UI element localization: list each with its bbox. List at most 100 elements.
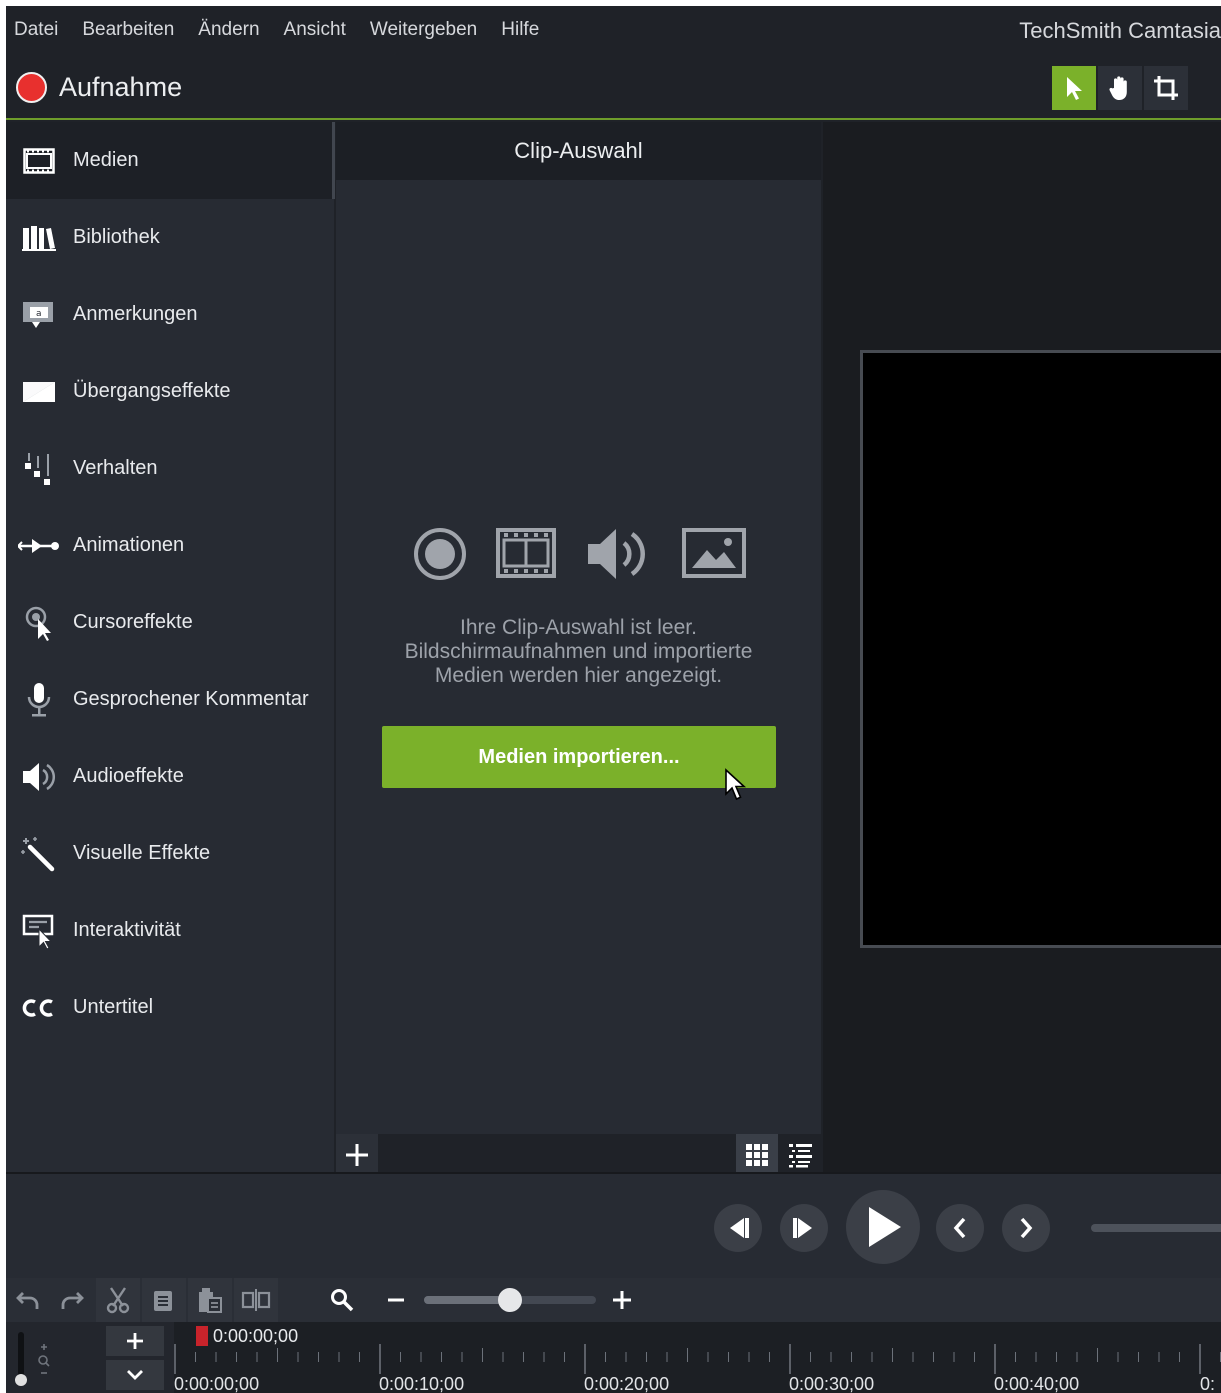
sidebar-item-visuelle-effekte[interactable]: Visuelle Effekte xyxy=(6,815,334,892)
scissors-icon xyxy=(106,1287,130,1314)
redo-button[interactable] xyxy=(50,1278,94,1322)
sidebar-item-uebergangseffekte[interactable]: Übergangseffekte xyxy=(6,353,334,430)
chevron-down-icon xyxy=(127,1370,143,1380)
zoom-fit-button[interactable] xyxy=(320,1278,364,1322)
split-button[interactable] xyxy=(234,1278,278,1322)
zoom-out-button[interactable] xyxy=(374,1278,418,1322)
copy-button[interactable] xyxy=(142,1278,186,1322)
sidebar-item-label: Animationen xyxy=(73,534,185,556)
sidebar-item-gesprochener-kommentar[interactable]: Gesprochener Kommentar xyxy=(6,661,334,738)
tick-label-50s: 0: xyxy=(1200,1374,1216,1393)
menu-ansicht[interactable]: Ansicht xyxy=(284,19,346,41)
pointer-icon xyxy=(1067,77,1082,100)
play-button[interactable] xyxy=(846,1190,920,1264)
canvas-area xyxy=(823,122,1221,1172)
sidebar-item-label: Gesprochener Kommentar xyxy=(73,688,309,710)
menu-bearbeiten[interactable]: Bearbeiten xyxy=(82,19,174,41)
cut-button[interactable] xyxy=(96,1278,140,1322)
panel-title: Clip-Auswahl xyxy=(336,122,821,180)
split-icon xyxy=(241,1289,271,1311)
cursor-effect-icon xyxy=(13,603,65,643)
record-toolbar: Aufnahme xyxy=(6,54,1221,120)
track-header-area xyxy=(6,1322,174,1393)
tick-label-20s: 0:00:20;00 xyxy=(584,1374,670,1393)
step-back-button[interactable] xyxy=(714,1204,762,1252)
canvas-tools xyxy=(1052,66,1190,110)
preview-canvas[interactable] xyxy=(860,350,1221,948)
tick-label-40s: 0:00:40;00 xyxy=(994,1374,1080,1393)
sidebar-item-label: Cursoreffekte xyxy=(73,611,193,633)
add-media-button[interactable] xyxy=(336,1134,378,1176)
record-button[interactable]: Aufnahme xyxy=(59,72,182,103)
grid-view-button[interactable] xyxy=(736,1134,778,1176)
video-icon xyxy=(496,528,556,578)
track-height-knob[interactable] xyxy=(15,1374,27,1386)
playback-scrubber[interactable] xyxy=(1091,1224,1221,1232)
pointer-tool-button[interactable] xyxy=(1052,66,1096,110)
timeline-ruler[interactable]: 0:00:00;00 0:00:00;00 0:00:10;00 0:00:20… xyxy=(174,1322,1221,1393)
menu-weitergeben[interactable]: Weitergeben xyxy=(370,19,477,41)
sidebar: Medien Bibliothek a Anmerkungen Übergang… xyxy=(6,122,335,1172)
sidebar-item-animationen[interactable]: Animationen xyxy=(6,507,334,584)
import-media-button[interactable]: Medien importieren... xyxy=(382,726,776,788)
zoom-slider[interactable] xyxy=(424,1288,596,1312)
sidebar-item-interaktivitaet[interactable]: Interaktivität xyxy=(6,892,334,969)
list-icon xyxy=(789,1144,812,1168)
redo-icon xyxy=(61,1292,84,1309)
crop-tool-button[interactable] xyxy=(1144,66,1188,110)
minus-icon xyxy=(388,1298,404,1302)
sidebar-item-label: Übergangseffekte xyxy=(73,380,231,402)
add-track-button[interactable] xyxy=(106,1326,164,1356)
collapse-tracks-button[interactable] xyxy=(106,1360,164,1390)
zoom-in-button[interactable] xyxy=(600,1278,644,1322)
animation-icon xyxy=(13,526,65,566)
step-forward-icon xyxy=(793,1218,812,1238)
clip-bin-panel: Clip-Auswahl Ihre Clip-Auswahl ist leer.… xyxy=(336,122,821,1176)
chevron-left-icon xyxy=(953,1217,966,1239)
image-icon xyxy=(682,528,746,578)
sidebar-item-untertitel[interactable]: Untertitel xyxy=(6,969,334,1046)
paste-button[interactable] xyxy=(188,1278,232,1322)
sidebar-item-bibliothek[interactable]: Bibliothek xyxy=(6,199,334,276)
behavior-icon xyxy=(13,449,65,489)
plus-icon xyxy=(127,1333,143,1349)
zoom-slider-thumb[interactable] xyxy=(498,1288,522,1312)
transition-icon xyxy=(13,372,65,412)
audio-icon xyxy=(588,529,645,579)
recording-icon xyxy=(414,528,466,580)
menu-aendern[interactable]: Ändern xyxy=(198,19,259,41)
empty-line-2: Bildschirmaufnahmen und importierte xyxy=(404,640,753,663)
magnifier-icon xyxy=(331,1289,354,1312)
app-title: TechSmith Camtasia xyxy=(1019,18,1221,43)
previous-marker-button[interactable] xyxy=(936,1204,984,1252)
playhead-time: 0:00:00;00 xyxy=(213,1326,299,1346)
pan-tool-button[interactable] xyxy=(1098,66,1142,110)
sidebar-item-verhalten[interactable]: Verhalten xyxy=(6,430,334,507)
cc-icon xyxy=(13,988,65,1028)
callout-icon: a xyxy=(13,295,65,335)
chevron-right-icon xyxy=(1020,1217,1033,1239)
audio-effect-icon xyxy=(13,757,65,797)
undo-button[interactable] xyxy=(6,1278,50,1322)
sidebar-item-audioeffekte[interactable]: Audioeffekte xyxy=(6,738,334,815)
menu-datei[interactable]: Datei xyxy=(14,19,58,41)
sidebar-item-label: Verhalten xyxy=(73,457,158,479)
timeline: 0:00:00;00 0:00:00;00 0:00:10;00 0:00:20… xyxy=(6,1322,1221,1393)
list-view-button[interactable] xyxy=(780,1134,822,1176)
sidebar-item-anmerkungen[interactable]: a Anmerkungen xyxy=(6,276,334,353)
interactivity-icon xyxy=(13,911,65,951)
sidebar-item-cursoreffekte[interactable]: Cursoreffekte xyxy=(6,584,334,661)
step-forward-button[interactable] xyxy=(780,1204,828,1252)
paste-icon xyxy=(199,1288,222,1313)
record-icon[interactable] xyxy=(16,72,47,103)
magic-wand-icon xyxy=(13,834,65,874)
menu-hilfe[interactable]: Hilfe xyxy=(501,19,539,41)
empty-state-message: Ihre Clip-Auswahl ist leer. Bildschirmau… xyxy=(336,616,821,688)
sidebar-item-label: Visuelle Effekte xyxy=(73,842,211,864)
next-marker-button[interactable] xyxy=(1002,1204,1050,1252)
empty-line-1: Ihre Clip-Auswahl ist leer. xyxy=(460,616,697,639)
sidebar-item-medien[interactable]: Medien xyxy=(6,122,332,199)
mouse-cursor-icon xyxy=(725,768,747,801)
undo-icon xyxy=(16,1292,39,1309)
playhead-marker[interactable] xyxy=(196,1326,208,1346)
